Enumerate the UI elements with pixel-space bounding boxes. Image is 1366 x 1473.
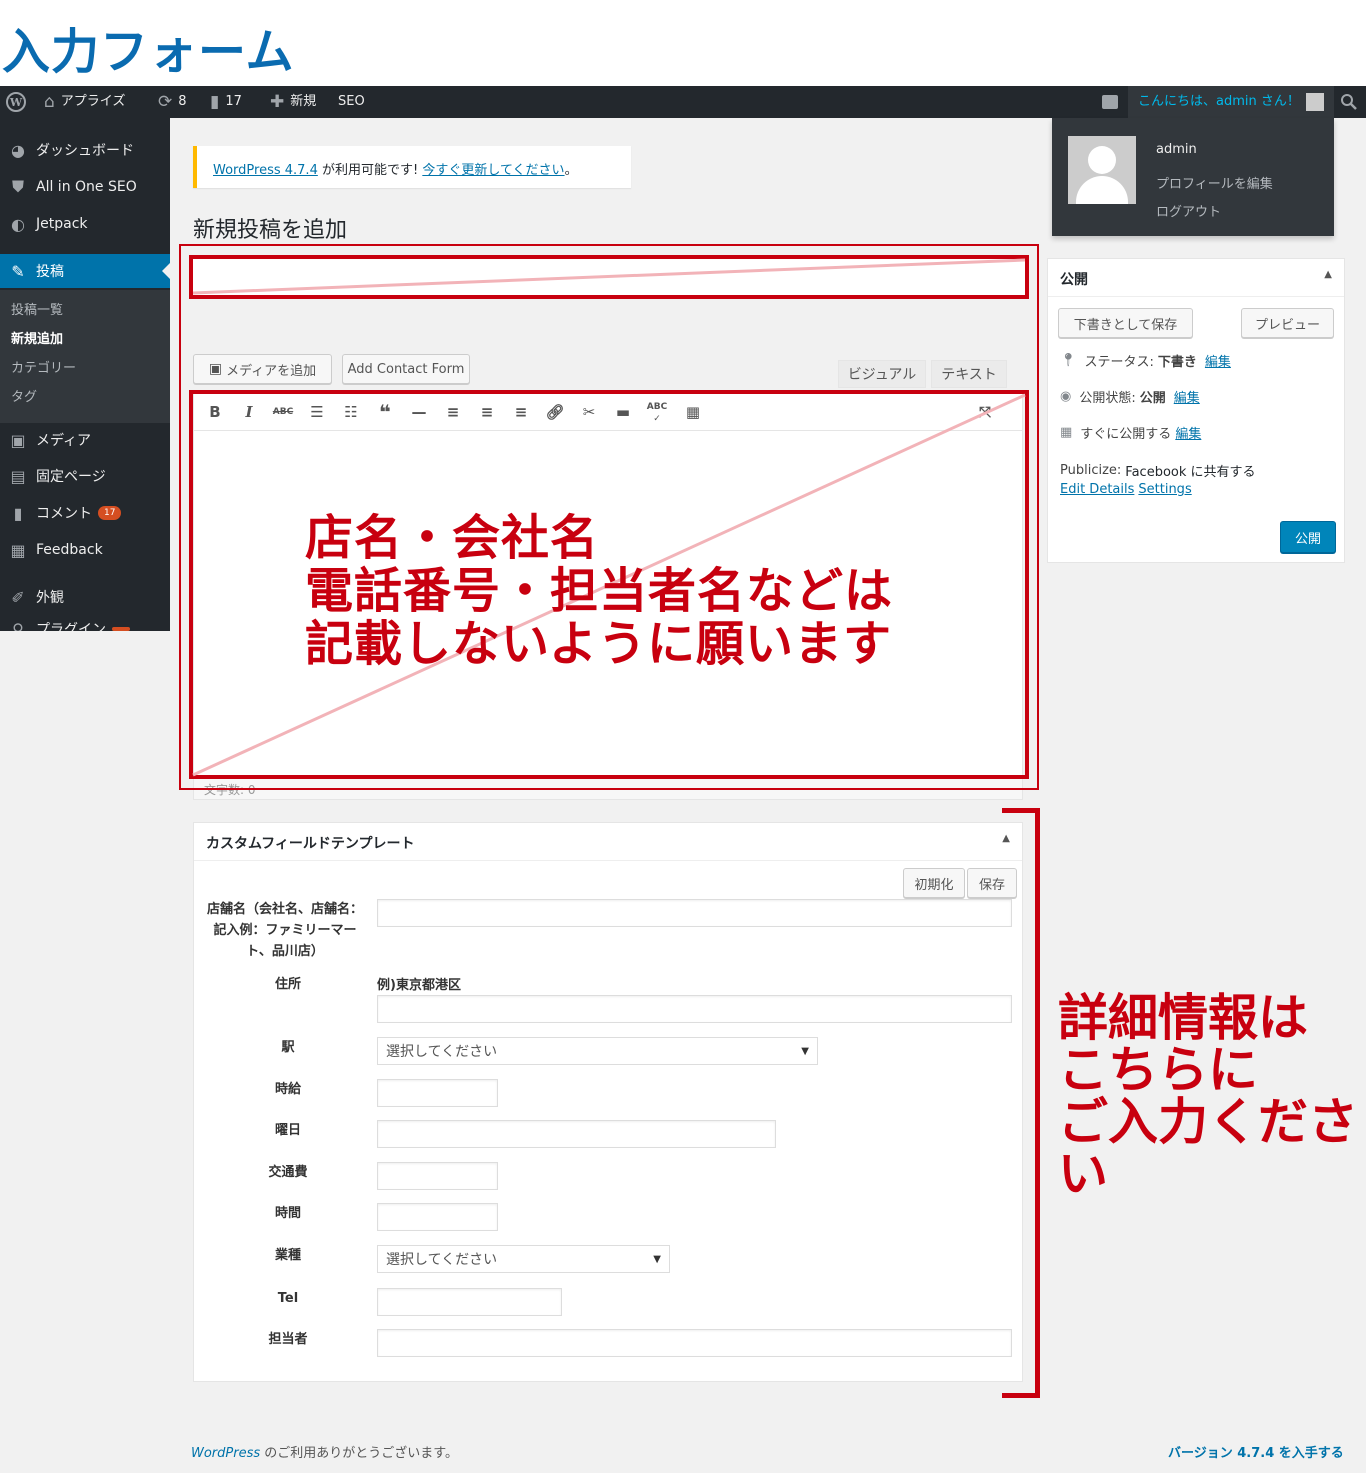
tel-input[interactable] (377, 1288, 562, 1316)
address-label: 住所 (274, 977, 301, 992)
transport-label: 交通費 (268, 1165, 308, 1180)
station-select[interactable]: 選択してください ▼ (377, 1037, 818, 1065)
eye-icon: ◉ (1060, 389, 1072, 404)
schedule-row: ▦ すぐに公開する 編集 (1060, 423, 1201, 442)
status-edit-link[interactable]: 編集 (1205, 351, 1231, 370)
annotation-line: ご入力ください (1058, 1093, 1358, 1203)
dropdown-arrow-icon: ▼ (653, 1253, 661, 1265)
publish-box: 公開 ▲ 下書きとして保存 プレビュー 📍︎ ステータス: 下書き 編集 ◉ 公… (1047, 258, 1345, 563)
edit-details-link[interactable]: Edit Details (1060, 482, 1134, 497)
status-label: ステータス: (1084, 355, 1154, 370)
publish-title: 公開 (1060, 272, 1088, 288)
annotation-line: 電話番号・担当者名などは (305, 563, 894, 619)
custom-fields-header[interactable]: カスタムフィールドテンプレート ▲ (194, 823, 1022, 861)
fields-bracket-annotation (1002, 808, 1040, 1398)
schedule-label: すぐに公開する (1080, 427, 1172, 442)
reset-button[interactable]: 初期化 (903, 868, 965, 898)
custom-fields-title: カスタムフィールドテンプレート (206, 836, 415, 852)
visibility-value: 公開 (1139, 391, 1166, 406)
shop-name-input[interactable] (377, 899, 1012, 927)
hours-label: 時間 (274, 1206, 301, 1221)
contact-label: 担当者 (268, 1332, 308, 1347)
visibility-row: ◉ 公開状態: 公開 編集 (1060, 387, 1200, 406)
custom-field-template-box: カスタムフィールドテンプレート ▲ 初期化 保存 店舗名（会社名、店舗名：記入例… (193, 822, 1023, 1382)
save-draft-button[interactable]: 下書きとして保存 (1058, 308, 1193, 338)
shop-name-label: 店舗名（会社名、店舗名：記入例：ファミリーマート、品川店） (206, 902, 363, 959)
user-menu-dropdown: admin プロフィールを編集 ログアウト (1052, 118, 1334, 236)
footer-wordpress-link[interactable]: WordPress (191, 1446, 260, 1461)
annotation-line: こちらに (1058, 1041, 1258, 1099)
days-label: 曜日 (274, 1123, 301, 1138)
user-name[interactable]: admin (1156, 142, 1197, 157)
collapse-arrow-icon[interactable]: ▲ (1324, 269, 1332, 280)
publicize-label: Publicize: (1060, 463, 1122, 478)
station-select-value: 選択してください (386, 1044, 498, 1060)
footer-thanks-text: のご利用ありがとうございます。 (260, 1446, 458, 1461)
days-input[interactable] (377, 1120, 776, 1148)
address-hint: 例)東京都港区 (377, 978, 461, 993)
wage-input[interactable] (377, 1079, 498, 1107)
avatar (1068, 136, 1136, 204)
edit-profile-link[interactable]: プロフィールを編集 (1156, 173, 1273, 192)
wage-label: 時給 (274, 1082, 301, 1097)
publicize-value: Facebook に共有する (1125, 465, 1256, 480)
calendar-icon: ▦ (1060, 425, 1073, 440)
editor-warning-annotation: 店名・会社名 電話番号・担当者名などは 記載しないように願います (305, 512, 893, 671)
annotation-line: 店名・会社名 (305, 510, 600, 566)
logout-link[interactable]: ログアウト (1156, 201, 1221, 220)
station-label: 駅 (281, 1040, 295, 1055)
title-strike-line (192, 258, 1026, 295)
annotation-line: 記載しないように願います (305, 616, 893, 672)
publicize-links: Edit Details Settings (1060, 482, 1192, 497)
footer-thanks: WordPress のご利用ありがとうございます。 (191, 1442, 458, 1461)
tel-label: Tel (277, 1291, 299, 1306)
visibility-edit-link[interactable]: 編集 (1174, 387, 1200, 406)
industry-label: 業種 (274, 1248, 301, 1263)
fields-annotation: 詳細情報は こちらに ご入力ください (1058, 992, 1366, 1200)
publish-header[interactable]: 公開 ▲ (1048, 259, 1344, 297)
preview-button[interactable]: プレビュー (1241, 308, 1334, 338)
visibility-label: 公開状態: (1079, 391, 1136, 406)
address-input[interactable] (377, 995, 1012, 1023)
footer-version-link[interactable]: バージョン 4.7.4 を入手する (1168, 1442, 1344, 1461)
status-value: 下書き (1157, 355, 1197, 370)
industry-select[interactable]: 選択してください ▼ (377, 1245, 670, 1273)
transport-input[interactable] (377, 1162, 498, 1190)
schedule-edit-link[interactable]: 編集 (1175, 423, 1201, 442)
hours-input[interactable] (377, 1203, 498, 1231)
publish-button[interactable]: 公開 (1280, 521, 1336, 553)
pin-icon: 📍︎ (1060, 353, 1077, 368)
status-row: 📍︎ ステータス: 下書き 編集 (1060, 351, 1231, 370)
settings-link[interactable]: Settings (1138, 482, 1191, 497)
dropdown-arrow-icon: ▼ (801, 1045, 809, 1057)
annotation-line: 詳細情報は (1058, 989, 1308, 1047)
publicize-row: Publicize: Facebook に共有する (1060, 461, 1256, 480)
contact-input[interactable] (377, 1329, 1012, 1357)
industry-select-value: 選択してください (386, 1252, 498, 1268)
